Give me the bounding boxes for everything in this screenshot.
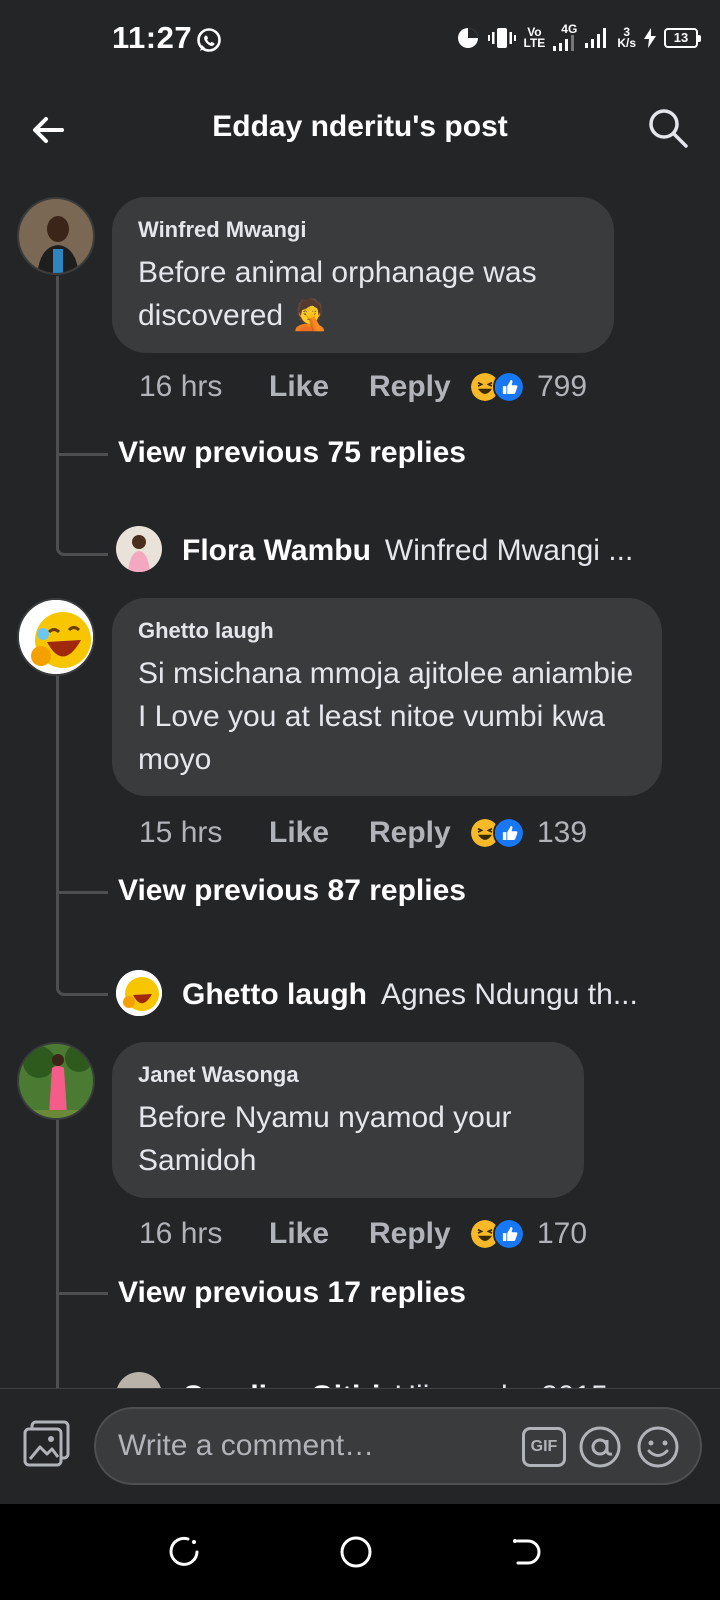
- page-title: Edday nderitu's post: [212, 110, 508, 143]
- recent-apps-icon[interactable]: [166, 1534, 202, 1570]
- header: Edday nderitu's post: [0, 90, 720, 170]
- comment-meta: 16 hrs Like Reply 799: [139, 367, 659, 407]
- thread-line: [56, 676, 59, 894]
- like-reaction-icon: [493, 817, 525, 849]
- status-icons: Vo LTE 4G 3 K/s 13: [456, 23, 701, 51]
- gif-icon[interactable]: GIF: [522, 1427, 566, 1467]
- like-button[interactable]: Like: [269, 816, 369, 850]
- data-saver-icon: [457, 27, 478, 48]
- comment-author[interactable]: Janet Wasonga: [138, 1062, 558, 1088]
- comment-text: Before Nyamu nyamod your Samidoh: [138, 1101, 512, 1177]
- back-nav-icon[interactable]: [508, 1534, 544, 1570]
- reply-avatar[interactable]: [116, 970, 162, 1016]
- thread-elbow: [56, 894, 108, 996]
- battery-indicator: 13: [664, 27, 701, 48]
- search-icon[interactable]: [646, 106, 690, 150]
- comment-meta: 16 hrs Like Reply 170: [139, 1214, 659, 1254]
- vibrate-icon: [487, 27, 516, 48]
- avatar[interactable]: [17, 1042, 95, 1120]
- comment-bubble[interactable]: Janet Wasonga Before Nyamu nyamod your S…: [112, 1042, 584, 1198]
- home-icon[interactable]: [338, 1534, 374, 1570]
- reaction-count[interactable]: 170: [537, 1217, 587, 1251]
- screen: 11:27 Vo LTE 4G 3 K/s 13 Edday nderitu's…: [0, 0, 720, 1600]
- network-speed: 3 K/s: [617, 24, 636, 50]
- reply-author[interactable]: Flora Wambu: [182, 534, 371, 568]
- reply-button[interactable]: Reply: [369, 816, 469, 850]
- volte-indicator: Vo LTE: [523, 24, 546, 50]
- view-previous-replies[interactable]: View previous 17 replies: [118, 1276, 466, 1310]
- reply-avatar[interactable]: [116, 526, 162, 572]
- signal-4g: 4G: [553, 23, 577, 51]
- latest-reply[interactable]: Flora Wambu Winfred Mwangi ...: [182, 526, 682, 576]
- thread-branch: [56, 1292, 108, 1295]
- reaction-summary[interactable]: [469, 817, 525, 849]
- status-time: 11:27: [112, 20, 193, 55]
- comment-meta: 15 hrs Like Reply 139: [139, 813, 659, 853]
- comment-input[interactable]: [118, 1409, 478, 1483]
- reply-button[interactable]: Reply: [369, 1217, 469, 1251]
- reply-button[interactable]: Reply: [369, 370, 469, 404]
- signal-strength-2-icon: [585, 27, 607, 48]
- comment-time[interactable]: 15 hrs: [139, 816, 269, 850]
- like-reaction-icon: [493, 1218, 525, 1250]
- photo-icon[interactable]: [22, 1419, 72, 1469]
- like-button[interactable]: Like: [269, 370, 369, 404]
- comment-composer: GIF: [0, 1388, 720, 1504]
- system-nav-bar: [0, 1504, 720, 1600]
- like-button[interactable]: Like: [269, 1217, 369, 1251]
- comment-time[interactable]: 16 hrs: [139, 1217, 269, 1251]
- latest-reply[interactable]: Ghetto laugh Agnes Ndungu th...: [182, 970, 682, 1020]
- reply-author[interactable]: Ghetto laugh: [182, 978, 367, 1012]
- reaction-summary[interactable]: [469, 371, 525, 403]
- whatsapp-icon: [197, 28, 221, 52]
- comment-bubble[interactable]: Ghetto laugh Si msichana mmoja ajitolee …: [112, 598, 662, 796]
- reply-preview: Agnes Ndungu th...: [380, 978, 638, 1011]
- signal-strength-icon: [553, 35, 575, 51]
- comment-text: Si msichana mmoja ajitolee aniambie I Lo…: [138, 657, 634, 776]
- reaction-count[interactable]: 139: [537, 816, 587, 850]
- thread-line: [56, 1120, 59, 1388]
- view-previous-replies[interactable]: View previous 87 replies: [118, 874, 466, 908]
- reaction-count[interactable]: 799: [537, 370, 587, 404]
- comment-author[interactable]: Winfred Mwangi: [138, 217, 588, 243]
- comment-text: Before animal orphanage was discovered 🤦: [138, 256, 537, 332]
- reply-preview: Winfred Mwangi ...: [384, 534, 634, 567]
- like-reaction-icon: [493, 371, 525, 403]
- status-bar: 11:27 Vo LTE 4G 3 K/s 13: [0, 0, 720, 80]
- thread-line: [56, 276, 59, 456]
- reaction-summary[interactable]: [469, 1218, 525, 1250]
- mention-icon[interactable]: [578, 1425, 622, 1469]
- avatar[interactable]: [17, 197, 95, 275]
- avatar[interactable]: [17, 598, 95, 676]
- emoji-icon[interactable]: [636, 1425, 680, 1469]
- comment-bubble[interactable]: Winfred Mwangi Before animal orphanage w…: [112, 197, 614, 353]
- charging-icon: [644, 27, 656, 48]
- comment-time[interactable]: 16 hrs: [139, 370, 269, 404]
- comment-author[interactable]: Ghetto laugh: [138, 618, 636, 644]
- comment-input-field[interactable]: GIF: [94, 1407, 702, 1485]
- view-previous-replies[interactable]: View previous 75 replies: [118, 436, 466, 470]
- thread-elbow: [56, 456, 108, 556]
